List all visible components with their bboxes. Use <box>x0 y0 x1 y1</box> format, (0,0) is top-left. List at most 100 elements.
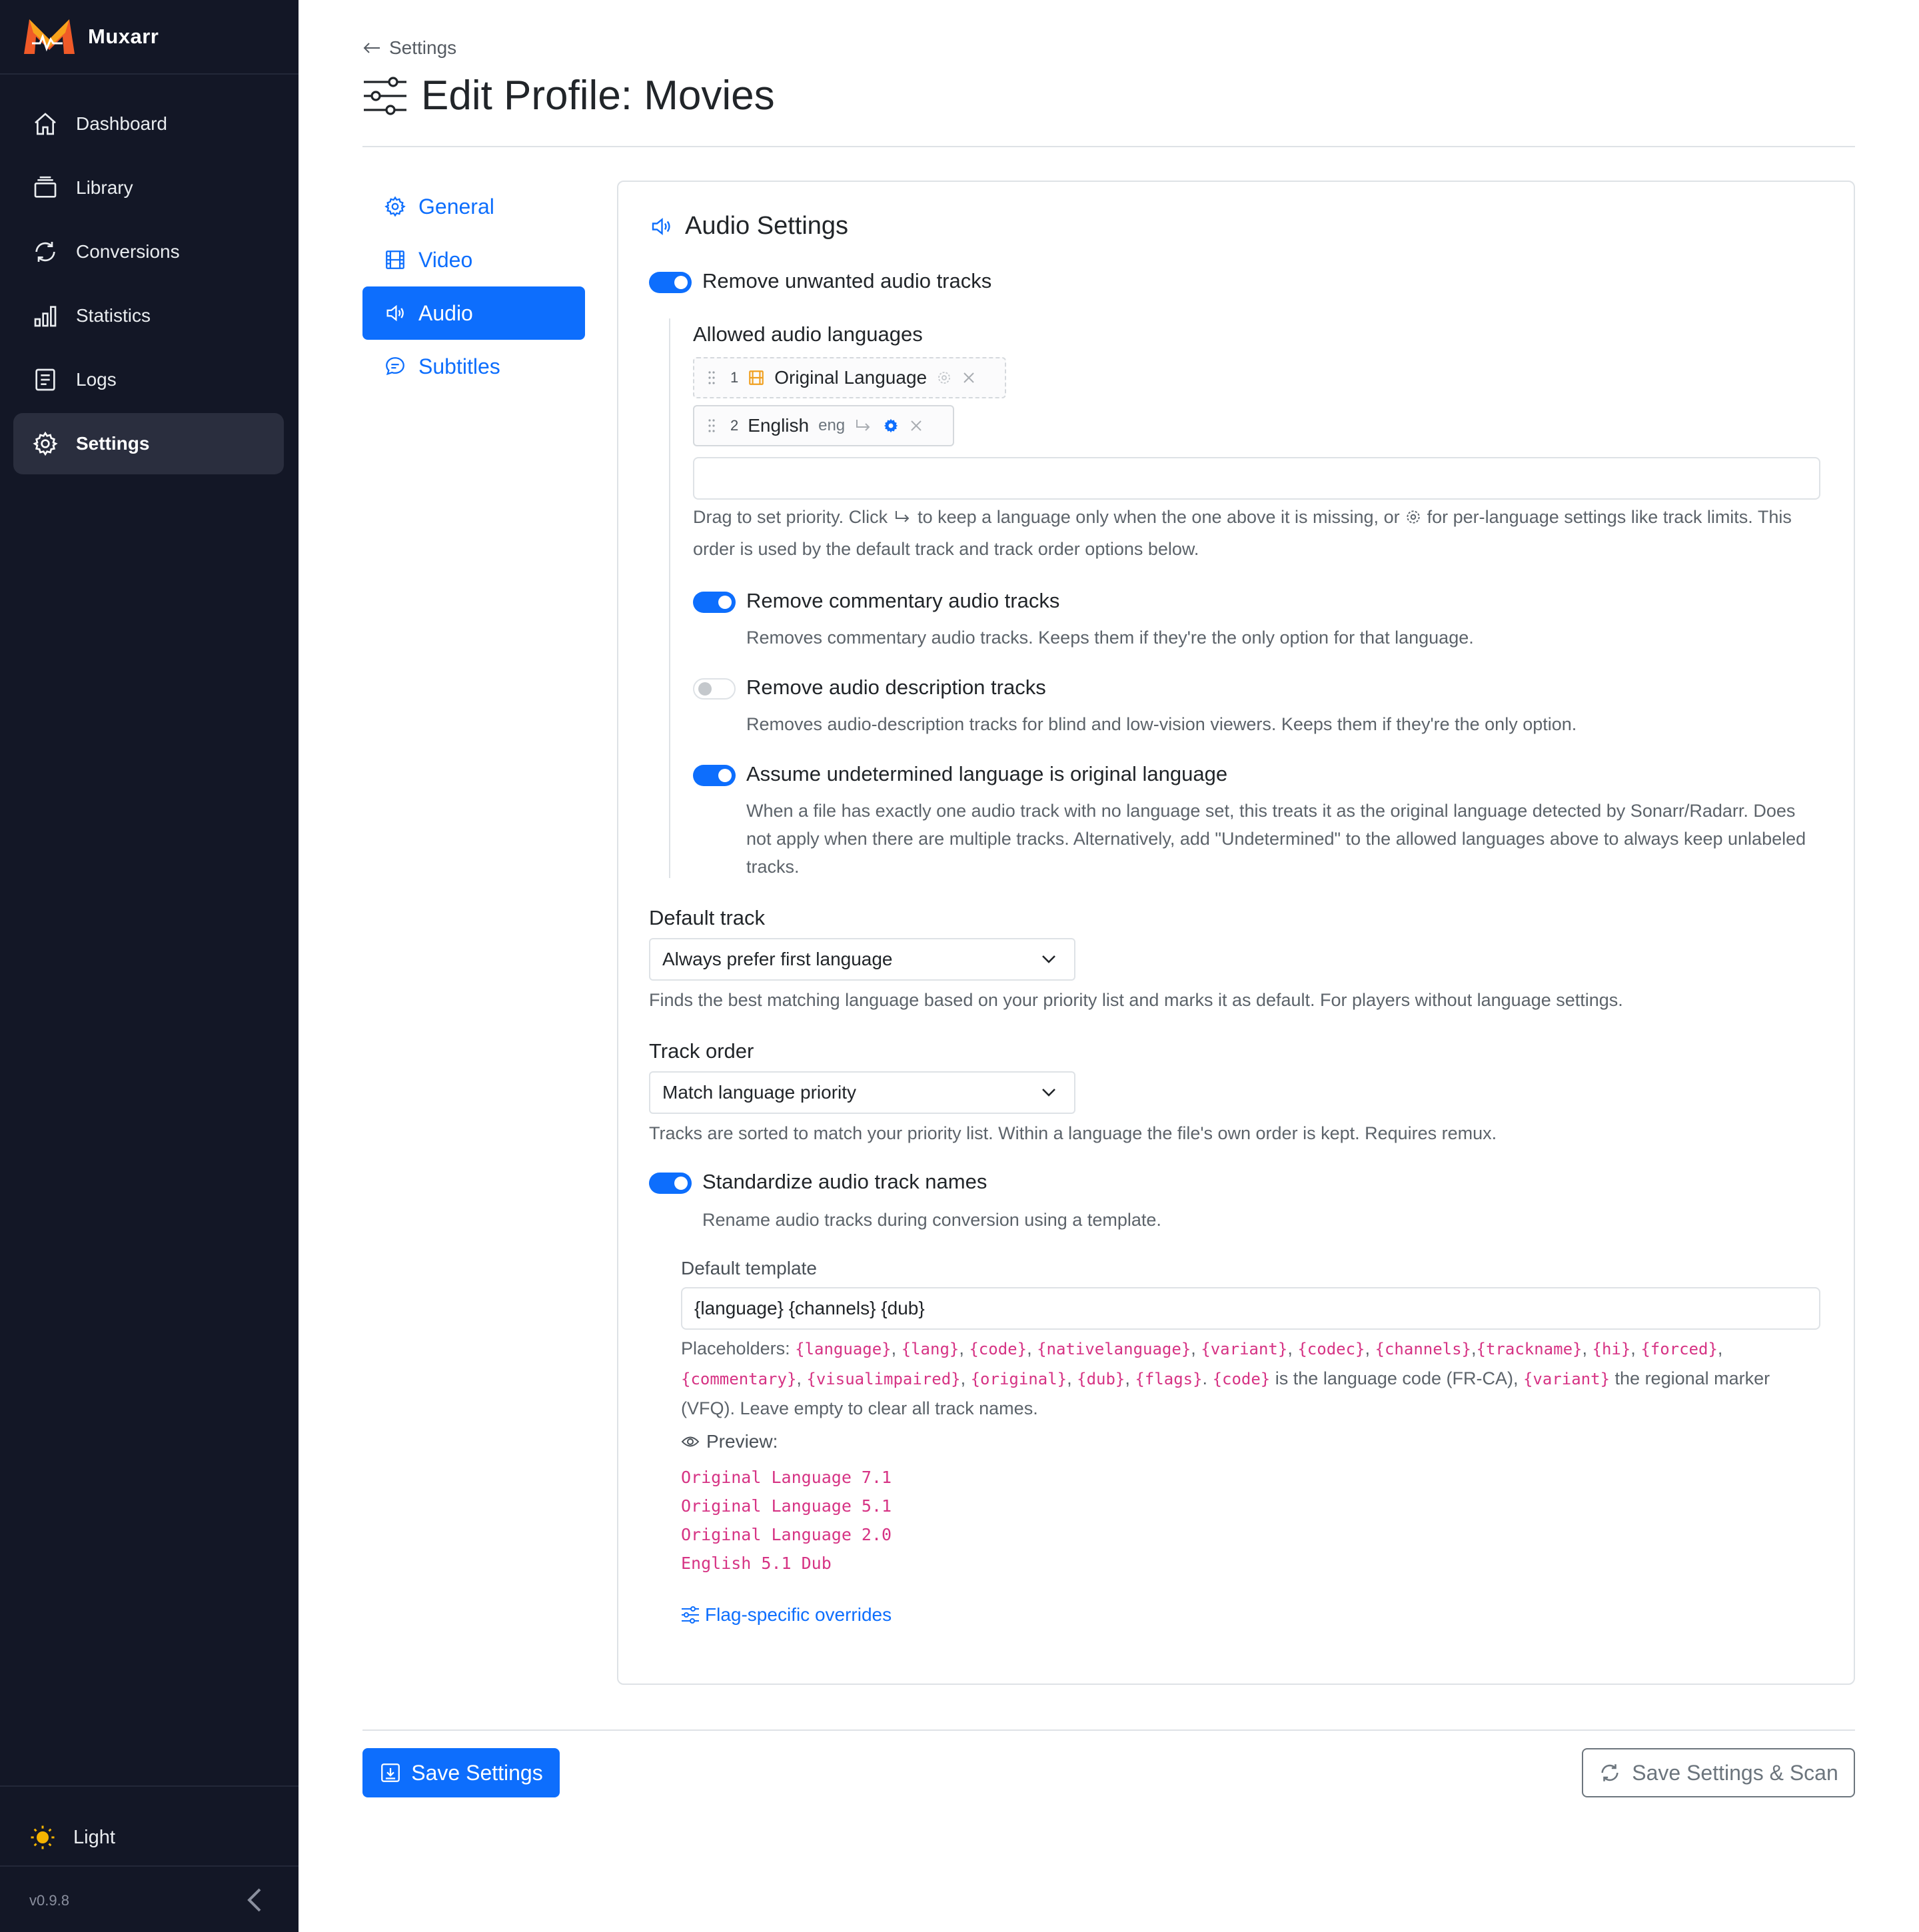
language-priority: 1 <box>730 369 739 386</box>
language-chip[interactable]: 1 Original Language <box>693 357 1006 398</box>
placeholder-token: {code} <box>969 1340 1027 1358</box>
bar-chart-icon <box>34 306 57 327</box>
download-save-icon <box>381 1763 400 1782</box>
sidebar-item-label: Library <box>76 177 133 198</box>
language-name: English <box>748 415 810 436</box>
template-input[interactable] <box>681 1287 1820 1330</box>
sidebar-item-dashboard[interactable]: Dashboard <box>13 93 284 155</box>
chevron-left-icon[interactable] <box>245 1887 264 1913</box>
placeholder-token: {code} <box>1212 1370 1271 1388</box>
tab-audio[interactable]: Audio <box>362 286 585 340</box>
refresh-icon <box>35 242 55 262</box>
preview-header: Preview: <box>681 1431 778 1452</box>
theme-toggle[interactable]: Light <box>29 1824 115 1851</box>
allowed-languages-label: Allowed audio languages <box>693 322 923 346</box>
language-chip[interactable]: 2 English eng <box>693 405 954 446</box>
language-priority: 2 <box>730 417 739 434</box>
placeholders-help: Placeholders: {language}, {lang}, {code}… <box>681 1338 1770 1418</box>
standardize-names-help: Rename audio tracks during conversion us… <box>702 1210 1161 1230</box>
tab-label: Audio <box>418 300 473 325</box>
remove-description-help: Removes audio-description tracks for bli… <box>746 714 1577 734</box>
close-icon[interactable] <box>961 370 976 385</box>
placeholder-desc: is the language code (FR-CA), <box>1275 1368 1519 1388</box>
speaker-icon <box>386 304 404 322</box>
assume-undetermined-label: Assume undetermined language is original… <box>746 762 1228 785</box>
gear-icon[interactable] <box>882 417 900 434</box>
remove-commentary-label: Remove commentary audio tracks <box>746 589 1060 612</box>
theme-label: Light <box>73 1826 115 1848</box>
page-title-text: Edit Profile: Movies <box>421 73 775 119</box>
placeholders-prefix: Placeholders: <box>681 1338 790 1358</box>
default-track-select[interactable]: Always prefer first language <box>649 938 1075 981</box>
sidebar-divider <box>0 1865 299 1867</box>
help-text: to keep a language only when the one abo… <box>918 507 1400 527</box>
sun-icon <box>31 1825 55 1849</box>
refresh-icon <box>1601 1764 1618 1781</box>
remove-description-toggle[interactable] <box>693 678 736 700</box>
tab-label: General <box>418 194 494 219</box>
placeholder-token: {commentary} <box>681 1370 797 1388</box>
tab-general[interactable]: General <box>362 180 585 233</box>
placeholder-token: {trackname} <box>1476 1340 1583 1358</box>
log-icon <box>35 368 55 391</box>
gear-icon[interactable] <box>936 370 952 386</box>
nested-settings-rule <box>669 318 670 878</box>
save-button[interactable]: Save Settings <box>362 1748 560 1797</box>
placeholder-token: {dub} <box>1077 1370 1125 1388</box>
drag-handle-icon[interactable] <box>708 418 716 433</box>
sidebar-item-statistics[interactable]: Statistics <box>13 285 284 346</box>
save-scan-button[interactable]: Save Settings & Scan <box>1582 1748 1855 1797</box>
sidebar-item-logs[interactable]: Logs <box>13 349 284 410</box>
back-link[interactable]: Settings <box>362 37 456 59</box>
track-order-select[interactable]: Match language priority <box>649 1071 1075 1114</box>
remove-description-label: Remove audio description tracks <box>746 676 1046 699</box>
preview-item: Original Language 2.0 <box>681 1525 892 1544</box>
brand[interactable]: Muxarr <box>23 16 159 57</box>
chevron-down-icon <box>1042 955 1055 963</box>
speaker-icon <box>652 217 670 235</box>
language-code: eng <box>818 416 846 434</box>
sidebar-item-conversions[interactable]: Conversions <box>13 221 284 282</box>
standardize-names-toggle[interactable] <box>649 1173 692 1194</box>
chevron-down-icon <box>1042 1089 1055 1097</box>
placeholder-token: {original} <box>970 1370 1067 1388</box>
gear-icon <box>33 431 58 456</box>
remove-commentary-toggle[interactable] <box>693 592 736 613</box>
sidebar-item-settings[interactable]: Settings <box>13 413 284 474</box>
fallback-arrow-icon[interactable] <box>854 418 873 434</box>
arrow-left-icon <box>363 43 380 53</box>
save-button-label: Save Settings <box>411 1760 543 1785</box>
eye-icon <box>681 1436 700 1447</box>
sidebar-item-label: Logs <box>76 369 117 390</box>
main-nav: Dashboard Library Conversions Statistics… <box>13 93 284 477</box>
default-track-label: Default track <box>649 906 766 929</box>
preview-item: Original Language 5.1 <box>681 1496 892 1516</box>
assume-undetermined-help: When a file has exactly one audio track … <box>746 801 1806 877</box>
default-track-value: Always prefer first language <box>662 949 893 969</box>
actions-divider <box>362 1729 1855 1731</box>
sliders-icon <box>364 76 406 115</box>
tab-video[interactable]: Video <box>362 233 585 286</box>
tab-subtitles[interactable]: Subtitles <box>362 340 585 393</box>
drag-handle-icon[interactable] <box>708 370 716 385</box>
placeholder-token: {variant} <box>1523 1370 1610 1388</box>
add-language-input[interactable] <box>693 457 1820 500</box>
sidebar-item-label: Statistics <box>76 305 151 326</box>
remove-unwanted-toggle[interactable] <box>649 272 692 293</box>
sidebar-item-label: Dashboard <box>76 113 167 134</box>
placeholder-token: {variant} <box>1201 1340 1288 1358</box>
sidebar-item-library[interactable]: Library <box>13 157 284 219</box>
preview-list: Original Language 7.1 Original Language … <box>681 1463 892 1578</box>
sidebar-divider <box>0 1785 299 1787</box>
sidebar-item-label: Conversions <box>76 241 180 262</box>
flag-overrides-link[interactable]: Flag-specific overrides <box>681 1604 892 1626</box>
fallback-arrow-icon <box>895 511 910 522</box>
placeholder-token: {hi} <box>1592 1340 1631 1358</box>
placeholder-token: {codec} <box>1297 1340 1365 1358</box>
assume-undetermined-toggle[interactable] <box>693 765 736 786</box>
template-label: Default template <box>681 1258 817 1278</box>
track-order-value: Match language priority <box>662 1082 857 1103</box>
language-name: Original Language <box>774 367 928 388</box>
close-icon[interactable] <box>909 418 924 433</box>
placeholder-token: {nativelanguage} <box>1037 1340 1191 1358</box>
